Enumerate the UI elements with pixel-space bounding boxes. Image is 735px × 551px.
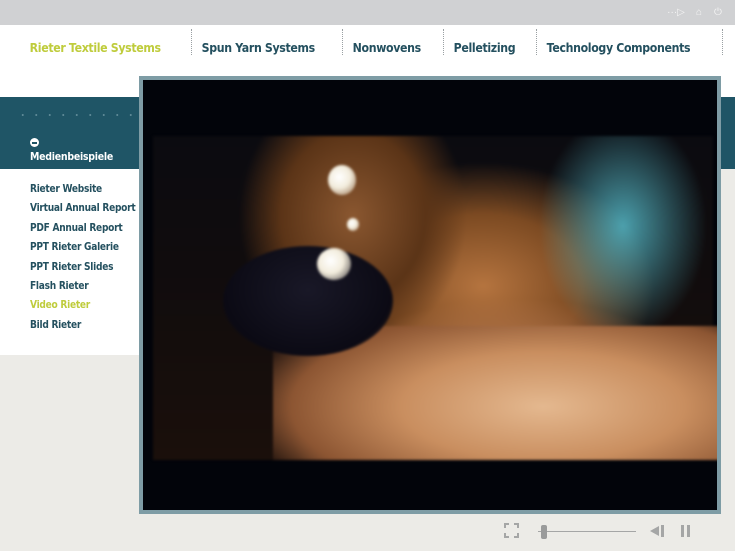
sidebar-item-virtual-annual-report[interactable]: Virtual Annual Report [30,202,136,221]
video-earring-pearl [328,165,356,195]
home-icon[interactable]: ⌂ [693,7,705,19]
nav-item-pelletizing[interactable]: Pelletizing [444,25,525,57]
sidebar-item-video-rieter[interactable]: Video Rieter [30,299,135,318]
section-header[interactable]: Medienbeispiele [30,138,140,163]
video-frame-image [153,136,717,460]
sidebar-list: Rieter Website Virtual Annual Report PDF… [30,183,150,338]
video-collar-region [223,246,393,356]
nav-item-spun-yarn-systems[interactable]: Spun Yarn Systems [192,25,325,57]
sidebar-item-pdf-annual-report[interactable]: PDF Annual Report [30,222,135,241]
player-controls [500,522,735,542]
nav-item-nonwovens[interactable]: Nonwovens [343,25,431,57]
video-player[interactable] [139,76,721,514]
collapse-minus-icon[interactable] [30,138,39,147]
nav-item-rieter-textile-systems[interactable]: Rieter Textile Systems [20,25,170,57]
nav-item-technology-components[interactable]: Technology Components [537,25,700,57]
sidebar-item-rieter-website[interactable]: Rieter Website [30,183,135,202]
nav-separator [721,29,723,55]
sidebar-item-flash-rieter[interactable]: Flash Rieter [30,280,135,299]
speaker-icon[interactable]: ···▷ [666,7,686,19]
pause-icon[interactable] [681,525,691,537]
power-icon[interactable]: ⏻ [712,7,724,19]
dot-pattern [16,108,134,128]
video-earring-pearl [347,218,359,231]
video-viewport[interactable] [143,80,717,510]
rewind-icon[interactable] [650,525,666,537]
sidebar-item-ppt-rieter-slides[interactable]: PPT Rieter Slides [30,261,135,280]
sidebar-item-ppt-rieter-galerie[interactable]: PPT Rieter Galerie [30,241,135,260]
system-bar: ···▷ ⌂ ⏻ [0,0,735,25]
sidebar-panel: Rieter Website Virtual Annual Report PDF… [0,169,140,355]
fullscreen-icon[interactable] [504,523,519,538]
video-earring-pearl [317,248,351,280]
seek-slider[interactable] [538,531,636,532]
section-title: Medienbeispiele [30,151,114,163]
seek-slider-thumb[interactable] [540,525,547,539]
sidebar-item-bild-rieter[interactable]: Bild Rieter [30,319,135,338]
